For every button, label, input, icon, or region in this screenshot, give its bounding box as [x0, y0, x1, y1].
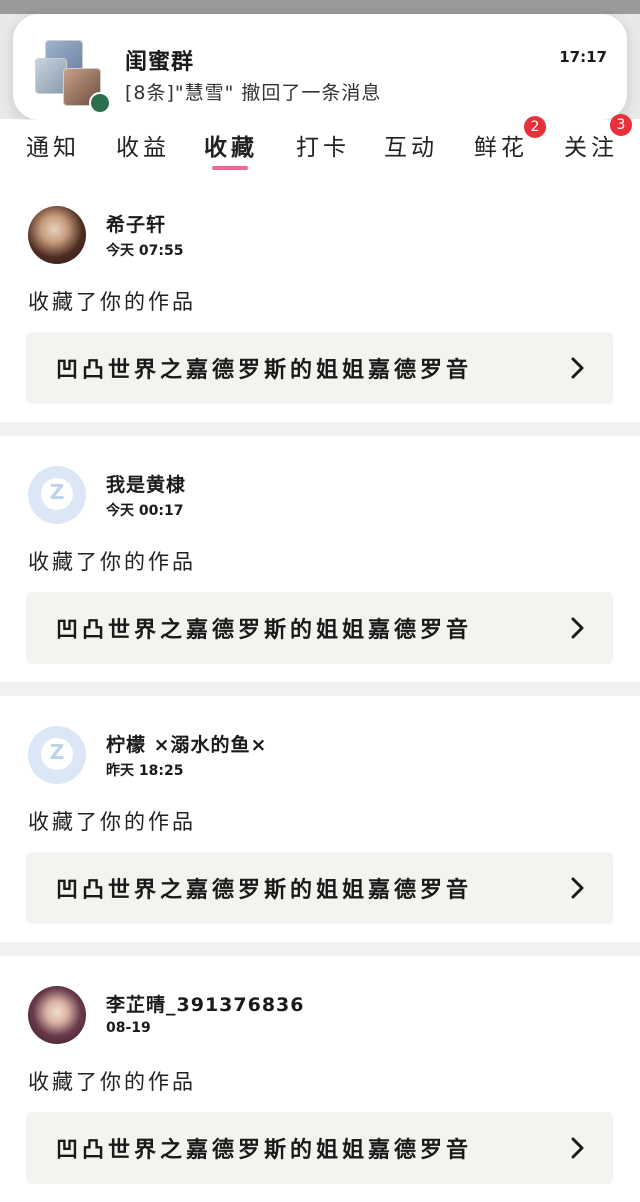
action-text: 收藏了你的作品 — [28, 290, 196, 314]
message-notification-banner[interactable]: 闺蜜群 17:17 [8条]"慧雪" 撤回了一条消息 — [13, 14, 627, 120]
work-title: 凹凸世界之嘉德罗斯的姐姐嘉德罗音 — [56, 358, 473, 383]
divider — [0, 942, 640, 956]
username[interactable]: 希子轩 — [106, 210, 166, 237]
group-avatar-icon — [33, 38, 111, 114]
action-text: 收藏了你的作品 — [28, 810, 196, 834]
avatar[interactable] — [28, 206, 86, 264]
active-tab-indicator — [212, 166, 248, 170]
notification-body: [8条]"慧雪" 撤回了一条消息 — [125, 82, 382, 104]
timestamp: 08-19 — [106, 1020, 151, 1036]
work-title: 凹凸世界之嘉德罗斯的姐姐嘉德罗音 — [56, 618, 473, 643]
following-badge: 3 — [610, 114, 632, 136]
favorites-feed: 希子轩 今天 07:55 收藏了你的作品 凹凸世界之嘉德罗斯的姐姐嘉德罗音 Z … — [0, 176, 640, 1202]
work-link[interactable]: 凹凸世界之嘉德罗斯的姐姐嘉德罗音 — [26, 1112, 613, 1184]
notification-title: 闺蜜群 — [125, 50, 195, 75]
username[interactable]: 我是黄棣 — [106, 470, 186, 497]
work-link[interactable]: 凹凸世界之嘉德罗斯的姐姐嘉德罗音 — [26, 852, 613, 924]
default-avatar-icon: Z — [49, 740, 65, 764]
timestamp: 今天 00:17 — [106, 503, 184, 519]
app-badge-icon — [89, 92, 111, 114]
feed-item: 希子轩 今天 07:55 收藏了你的作品 凹凸世界之嘉德罗斯的姐姐嘉德罗音 — [0, 176, 640, 422]
avatar[interactable]: Z — [28, 466, 86, 524]
chevron-right-icon — [571, 617, 584, 639]
tab-bar: 通知 收益 收藏 打卡 互动 鲜花 关注 2 3 — [0, 114, 640, 176]
tab-favorites[interactable]: 收藏 — [204, 128, 258, 168]
tab-earnings[interactable]: 收益 — [116, 128, 170, 168]
chevron-right-icon — [571, 357, 584, 379]
tab-flowers[interactable]: 鲜花 — [474, 128, 528, 168]
timestamp: 今天 07:55 — [106, 243, 184, 259]
feed-item: Z 柠檬 ×溺水的鱼× 昨天 18:25 收藏了你的作品 凹凸世界之嘉德罗斯的姐… — [0, 696, 640, 942]
chevron-right-icon — [571, 877, 584, 899]
work-title: 凹凸世界之嘉德罗斯的姐姐嘉德罗音 — [56, 878, 473, 903]
username[interactable]: 李芷晴_391376836 — [106, 990, 304, 1017]
flowers-badge: 2 — [524, 116, 546, 138]
work-link[interactable]: 凹凸世界之嘉德罗斯的姐姐嘉德罗音 — [26, 592, 613, 664]
tab-interactions[interactable]: 互动 — [384, 128, 438, 168]
tab-following[interactable]: 关注 — [564, 128, 618, 168]
chevron-right-icon — [571, 1137, 584, 1159]
username[interactable]: 柠檬 ×溺水的鱼× — [106, 730, 267, 757]
timestamp: 昨天 18:25 — [106, 763, 184, 779]
avatar[interactable] — [28, 986, 86, 1044]
tab-checkin[interactable]: 打卡 — [296, 128, 350, 168]
work-link[interactable]: 凹凸世界之嘉德罗斯的姐姐嘉德罗音 — [26, 332, 613, 404]
tab-notifications[interactable]: 通知 — [26, 128, 80, 168]
avatar[interactable]: Z — [28, 726, 86, 784]
feed-item: 李芷晴_391376836 08-19 收藏了你的作品 凹凸世界之嘉德罗斯的姐姐… — [0, 956, 640, 1202]
action-text: 收藏了你的作品 — [28, 550, 196, 574]
default-avatar-icon: Z — [49, 480, 65, 504]
divider — [0, 682, 640, 696]
action-text: 收藏了你的作品 — [28, 1070, 196, 1094]
status-bar — [0, 0, 640, 14]
divider — [0, 422, 640, 436]
work-title: 凹凸世界之嘉德罗斯的姐姐嘉德罗音 — [56, 1138, 473, 1163]
feed-item: Z 我是黄棣 今天 00:17 收藏了你的作品 凹凸世界之嘉德罗斯的姐姐嘉德罗音 — [0, 436, 640, 682]
notification-time: 17:17 — [559, 48, 607, 66]
